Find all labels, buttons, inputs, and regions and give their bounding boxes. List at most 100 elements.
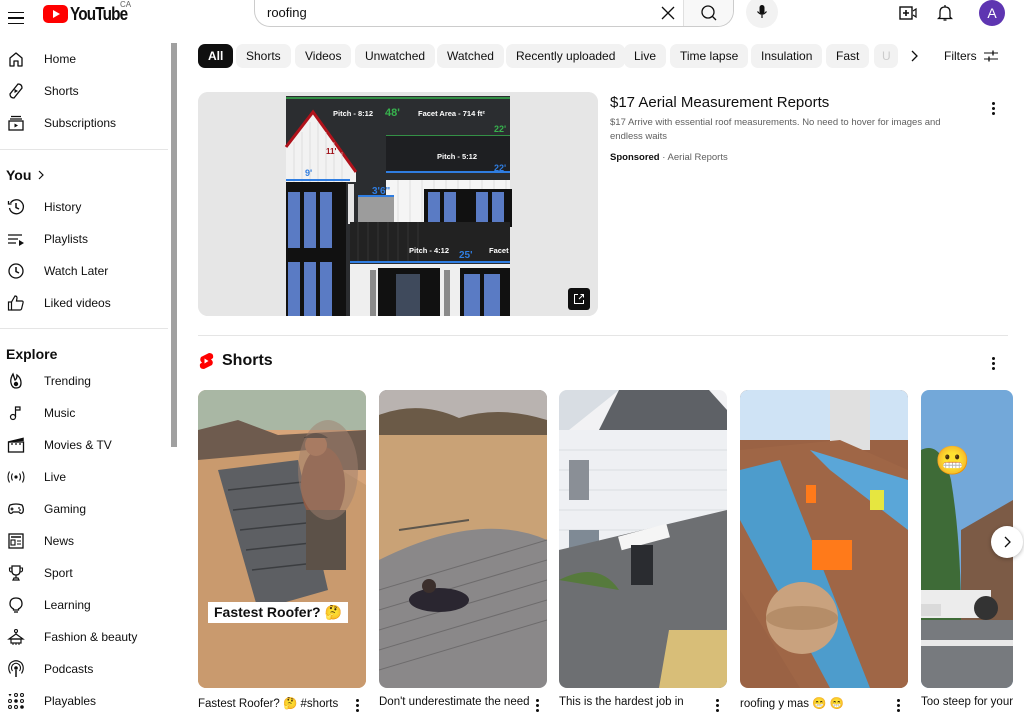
sidebar-item-sport[interactable]: Sport [0, 557, 168, 589]
short-title[interactable]: roofing y mas 😁 😁 [740, 696, 890, 710]
short-title[interactable]: Don't underestimate the need [379, 696, 529, 708]
short-more-options-button[interactable] [890, 695, 906, 715]
shorts-icon [6, 81, 26, 101]
hanger-icon [6, 627, 26, 647]
sidebar-item-watch-later[interactable]: Watch Later [0, 255, 168, 287]
lightbulb-icon [6, 595, 26, 615]
playlists-icon [6, 229, 26, 249]
logo-text: YouTube [70, 3, 128, 24]
pitch-label: Pitch - 4:12 [409, 246, 449, 255]
pitch-label: Pitch - 8:12 [333, 109, 373, 118]
sidebar-item-label: Home [44, 52, 77, 66]
youtube-play-icon [43, 5, 68, 23]
chip-videos[interactable]: Videos [295, 44, 352, 68]
sidebar-item-subscriptions[interactable]: Subscriptions [0, 107, 168, 139]
microphone-icon [757, 5, 767, 18]
sidebar-item-liked-videos[interactable]: Liked videos [0, 287, 168, 319]
sidebar-item-label: Live [44, 470, 67, 484]
sidebar-divider [0, 328, 168, 329]
chip-live[interactable]: Live [624, 44, 667, 68]
length-label: 22' [494, 163, 506, 173]
length-label: 9' [305, 168, 312, 178]
external-link-icon [574, 294, 584, 304]
open-external-button[interactable] [568, 288, 590, 310]
sidebar-item-label: Music [44, 406, 76, 420]
sidebar-scrollbar[interactable] [171, 43, 177, 447]
sidebar-item-gaming[interactable]: Gaming [0, 493, 168, 525]
short-thumbnail[interactable]: Fastest Roofer? 🤔 [198, 390, 366, 688]
sidebar-item-home[interactable]: Home [0, 43, 168, 75]
sidebar-item-live[interactable]: Live [0, 461, 168, 493]
top-bar: YouTube CA A [0, 0, 1024, 40]
trophy-icon [6, 563, 26, 583]
ad-thumbnail[interactable]: Pitch - 8:12 48' Facet Area - 714 ft² 22… [198, 92, 598, 316]
short-title[interactable]: Too steep for your [921, 696, 1013, 708]
sidebar-item-fashion-beauty[interactable]: Fashion & beauty [0, 621, 168, 653]
create-button[interactable] [896, 2, 920, 24]
thumbs-up-icon [6, 293, 26, 313]
facet-label: Facet [489, 246, 509, 255]
menu-icon[interactable] [8, 6, 32, 30]
advertiser-name[interactable]: Aerial Reports [668, 152, 728, 163]
chip-insulation[interactable]: Insulation [751, 44, 823, 68]
explore-title: Explore [6, 346, 58, 362]
sidebar-item-playlists[interactable]: Playlists [0, 223, 168, 255]
chip-fast[interactable]: Fast [826, 44, 870, 68]
sidebar-item-shorts[interactable]: Shorts [0, 75, 168, 107]
ad-title[interactable]: $17 Aerial Measurement Reports [610, 94, 829, 111]
section-divider [198, 335, 1008, 336]
sidebar-item-label: Gaming [44, 502, 87, 516]
length-label: 48' [385, 107, 400, 119]
sidebar-item-label: Shorts [44, 84, 79, 98]
ad-more-options-button[interactable] [985, 98, 1001, 118]
short-thumbnail[interactable] [740, 390, 908, 688]
chip-all[interactable]: All [198, 44, 234, 68]
sidebar-item-history[interactable]: History [0, 191, 168, 223]
short-title[interactable]: This is the hardest job in [559, 696, 709, 708]
sidebar-item-label: Sport [44, 566, 73, 580]
sidebar-you-header[interactable]: You [6, 167, 45, 183]
shorts-next-button[interactable] [991, 526, 1023, 558]
sidebar-item-label: History [44, 200, 82, 214]
search-input[interactable] [255, 0, 653, 26]
short-more-options-button[interactable] [709, 695, 725, 715]
chevron-right-icon [38, 170, 45, 180]
you-title: You [6, 167, 32, 183]
avatar[interactable]: A [979, 0, 1005, 26]
short-more-options-button[interactable] [349, 695, 365, 715]
chevron-right-icon [1004, 536, 1011, 548]
short-thumbnail[interactable] [559, 390, 727, 688]
chips-next-button[interactable] [902, 44, 926, 68]
chip-shorts[interactable]: Shorts [236, 44, 291, 68]
chip-recently-uploaded[interactable]: Recently uploaded [506, 44, 626, 68]
sidebar-item-learning[interactable]: Learning [0, 589, 168, 621]
chip-watched[interactable]: Watched [437, 44, 504, 68]
short-title[interactable]: Fastest Roofer? 🤔 #shorts [198, 696, 346, 710]
shorts-more-options-button[interactable] [985, 353, 1001, 373]
sidebar-item-label: Learning [44, 598, 91, 612]
sidebar-item-playables[interactable]: Playables [0, 685, 168, 717]
length-label: 3'6" [372, 186, 391, 197]
grimace-emoji: 😬 [935, 445, 970, 476]
voice-search-button[interactable] [746, 0, 778, 28]
close-icon [661, 6, 675, 19]
shorts-section-title: Shorts [222, 352, 273, 369]
sidebar-item-label: Fashion & beauty [44, 630, 138, 644]
chip-time-lapse[interactable]: Time lapse [670, 44, 749, 68]
chip-unwatched[interactable]: Unwatched [355, 44, 436, 68]
chip-partial[interactable]: U [874, 44, 898, 68]
clear-search-button[interactable] [653, 1, 683, 25]
sidebar-item-music[interactable]: Music [0, 397, 168, 429]
notifications-button[interactable] [933, 2, 957, 24]
sidebar-scroll-up-arrow[interactable] [171, 38, 177, 51]
filters-button[interactable]: Filters [944, 44, 999, 68]
short-thumbnail[interactable] [379, 390, 547, 688]
sidebar-item-movies-tv[interactable]: Movies & TV [0, 429, 168, 461]
sidebar-item-news[interactable]: News [0, 525, 168, 557]
search-button[interactable] [683, 0, 733, 26]
short-more-options-button[interactable] [529, 695, 545, 715]
sidebar-item-trending[interactable]: Trending [0, 365, 168, 397]
ad-roof-diagram-image: Pitch - 8:12 48' Facet Area - 714 ft² 22… [198, 92, 598, 316]
sidebar-item-podcasts[interactable]: Podcasts [0, 653, 168, 685]
bell-icon [937, 5, 953, 21]
